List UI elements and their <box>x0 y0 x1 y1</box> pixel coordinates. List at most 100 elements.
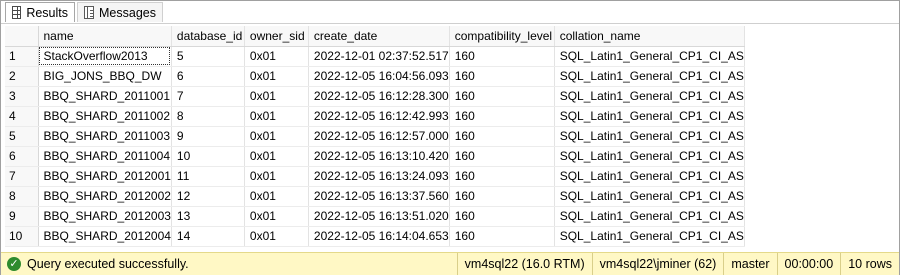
table-row[interactable]: 9 BBQ_SHARD_2012003 13 0x01 2022-12-05 16:13… <box>5 206 745 227</box>
table-cell-database-id[interactable]: 13 <box>171 206 245 227</box>
table-cell-compatibility-level[interactable]: 160 <box>449 206 555 227</box>
table-cell-name[interactable]: BBQ_SHARD_2012001 <box>38 166 172 187</box>
table-row[interactable]: 8 BBQ_SHARD_2012002 12 0x01 2022-12-05 16:13… <box>5 186 745 207</box>
column-header[interactable]: create_date <box>308 26 450 47</box>
table-cell-collation-name[interactable]: SQL_Latin1_General_CP1_CI_AS <box>554 66 745 87</box>
row-number-cell[interactable]: 8 <box>5 186 39 207</box>
table-cell-compatibility-level[interactable]: 160 <box>449 146 555 167</box>
table-cell-name[interactable]: BBQ_SHARD_2012003 <box>38 206 172 227</box>
table-cell-database-id[interactable]: 8 <box>171 106 245 127</box>
table-cell-collation-name[interactable]: SQL_Latin1_General_CP1_CI_AS <box>554 46 745 67</box>
table-cell-name[interactable]: StackOverflow2013 <box>38 46 172 67</box>
table-cell-owner-sid[interactable]: 0x01 <box>244 66 309 87</box>
table-cell-compatibility-level[interactable]: 160 <box>449 86 555 107</box>
row-number-cell[interactable]: 7 <box>5 166 39 187</box>
table-cell-database-id[interactable]: 10 <box>171 146 245 167</box>
query-results-pane: Results Messages name database_id owner_… <box>0 0 900 275</box>
table-cell-compatibility-level[interactable]: 160 <box>449 226 555 247</box>
table-cell-collation-name[interactable]: SQL_Latin1_General_CP1_CI_AS <box>554 226 745 247</box>
table-cell-database-id[interactable]: 9 <box>171 126 245 147</box>
tab-results[interactable]: Results <box>5 2 75 22</box>
table-cell-create-date[interactable]: 2022-12-01 02:37:52.517 <box>308 46 450 67</box>
row-number-cell[interactable]: 9 <box>5 206 39 227</box>
row-number-cell[interactable]: 6 <box>5 146 39 167</box>
status-message: Query executed successfully. <box>27 257 189 271</box>
table-cell-compatibility-level[interactable]: 160 <box>449 46 555 67</box>
table-cell-owner-sid[interactable]: 0x01 <box>244 46 309 67</box>
table-cell-owner-sid[interactable]: 0x01 <box>244 126 309 147</box>
grid-icon <box>12 6 22 19</box>
table-cell-database-id[interactable]: 5 <box>171 46 245 67</box>
results-grid-area: name database_id owner_sid create_date c… <box>1 24 899 250</box>
column-header[interactable]: database_id <box>171 26 245 47</box>
column-header[interactable]: collation_name <box>554 26 745 47</box>
table-row[interactable]: 3 BBQ_SHARD_2011001 7 0x01 2022-12-05 16:12:… <box>5 86 745 107</box>
table-cell-owner-sid[interactable]: 0x01 <box>244 86 309 107</box>
table-cell-create-date[interactable]: 2022-12-05 16:12:28.300 <box>308 86 450 107</box>
table-cell-name[interactable]: BBQ_SHARD_2011003 <box>38 126 172 147</box>
table-cell-collation-name[interactable]: SQL_Latin1_General_CP1_CI_AS <box>554 186 745 207</box>
table-row[interactable]: 5 BBQ_SHARD_2011003 9 0x01 2022-12-05 16:12:… <box>5 126 745 147</box>
table-cell-name[interactable]: BBQ_SHARD_2012004 <box>38 226 172 247</box>
table-cell-database-id[interactable]: 6 <box>171 66 245 87</box>
column-header[interactable]: compatibility_level <box>449 26 555 47</box>
table-cell-name[interactable]: BBQ_SHARD_2011004 <box>38 146 172 167</box>
table-row[interactable]: 10 BBQ_SHARD_2012004 14 0x01 2022-12-05 16:1… <box>5 226 745 247</box>
table-cell-create-date[interactable]: 2022-12-05 16:04:56.093 <box>308 66 450 87</box>
row-number-cell[interactable]: 4 <box>5 106 39 127</box>
table-cell-name[interactable]: BIG_JONS_BBQ_DW <box>38 66 172 87</box>
row-number-cell[interactable]: 2 <box>5 66 39 87</box>
table-cell-collation-name[interactable]: SQL_Latin1_General_CP1_CI_AS <box>554 126 745 147</box>
table-cell-database-id[interactable]: 11 <box>171 166 245 187</box>
table-cell-owner-sid[interactable]: 0x01 <box>244 186 309 207</box>
grid-corner-cell[interactable] <box>5 26 39 47</box>
table-cell-owner-sid[interactable]: 0x01 <box>244 106 309 127</box>
table-cell-create-date[interactable]: 2022-12-05 16:13:37.560 <box>308 186 450 207</box>
table-cell-database-id[interactable]: 12 <box>171 186 245 207</box>
table-cell-name[interactable]: BBQ_SHARD_2011001 <box>38 86 172 107</box>
table-cell-name[interactable]: BBQ_SHARD_2011002 <box>38 106 172 127</box>
row-number-cell[interactable]: 5 <box>5 126 39 147</box>
status-elapsed-time: 00:00:00 <box>776 253 841 275</box>
table-row[interactable]: 2 BIG_JONS_BBQ_DW 6 0x01 2022-12-05 16:04:56… <box>5 66 745 87</box>
table-row[interactable]: 7 BBQ_SHARD_2012001 11 0x01 2022-12-05 16:13… <box>5 166 745 187</box>
column-header[interactable]: owner_sid <box>244 26 309 47</box>
table-cell-database-id[interactable]: 14 <box>171 226 245 247</box>
table-cell-owner-sid[interactable]: 0x01 <box>244 166 309 187</box>
row-number-cell[interactable]: 1 <box>5 46 39 67</box>
table-cell-collation-name[interactable]: SQL_Latin1_General_CP1_CI_AS <box>554 206 745 227</box>
table-cell-collation-name[interactable]: SQL_Latin1_General_CP1_CI_AS <box>554 106 745 127</box>
table-cell-database-id[interactable]: 7 <box>171 86 245 107</box>
table-cell-compatibility-level[interactable]: 160 <box>449 106 555 127</box>
table-cell-compatibility-level[interactable]: 160 <box>449 66 555 87</box>
table-cell-owner-sid[interactable]: 0x01 <box>244 146 309 167</box>
table-cell-create-date[interactable]: 2022-12-05 16:12:57.000 <box>308 126 450 147</box>
table-cell-owner-sid[interactable]: 0x01 <box>244 226 309 247</box>
table-cell-collation-name[interactable]: SQL_Latin1_General_CP1_CI_AS <box>554 146 745 167</box>
tab-messages[interactable]: Messages <box>77 2 163 22</box>
table-row[interactable]: 6 BBQ_SHARD_2011004 10 0x01 2022-12-05 16:13… <box>5 146 745 167</box>
status-message-area: ✓ Query executed successfully. <box>1 257 457 271</box>
table-cell-create-date[interactable]: 2022-12-05 16:13:10.420 <box>308 146 450 167</box>
table-row[interactable]: 1 StackOverflow2013 5 0x01 2022-12-01 02:37:… <box>5 46 745 67</box>
table-cell-create-date[interactable]: 2022-12-05 16:13:51.020 <box>308 206 450 227</box>
table-cell-compatibility-level[interactable]: 160 <box>449 186 555 207</box>
success-check-icon: ✓ <box>7 257 21 271</box>
row-number-cell[interactable]: 3 <box>5 86 39 107</box>
table-cell-owner-sid[interactable]: 0x01 <box>244 206 309 227</box>
table-cell-name[interactable]: BBQ_SHARD_2012002 <box>38 186 172 207</box>
status-server: vm4sql22 (16.0 RTM) <box>456 253 592 275</box>
status-database: master <box>723 253 776 275</box>
table-cell-create-date[interactable]: 2022-12-05 16:13:24.093 <box>308 166 450 187</box>
table-cell-compatibility-level[interactable]: 160 <box>449 166 555 187</box>
table-cell-create-date[interactable]: 2022-12-05 16:12:42.993 <box>308 106 450 127</box>
table-cell-collation-name[interactable]: SQL_Latin1_General_CP1_CI_AS <box>554 166 745 187</box>
row-number-cell[interactable]: 10 <box>5 226 39 247</box>
table-cell-create-date[interactable]: 2022-12-05 16:14:04.653 <box>308 226 450 247</box>
table-row[interactable]: 4 BBQ_SHARD_2011002 8 0x01 2022-12-05 16:12:… <box>5 106 745 127</box>
status-row-count: 10 rows <box>840 253 899 275</box>
table-cell-compatibility-level[interactable]: 160 <box>449 126 555 147</box>
column-header[interactable]: name <box>38 26 172 47</box>
status-user: vm4sql22\jminer (62) <box>591 253 724 275</box>
table-cell-collation-name[interactable]: SQL_Latin1_General_CP1_CI_AS <box>554 86 745 107</box>
